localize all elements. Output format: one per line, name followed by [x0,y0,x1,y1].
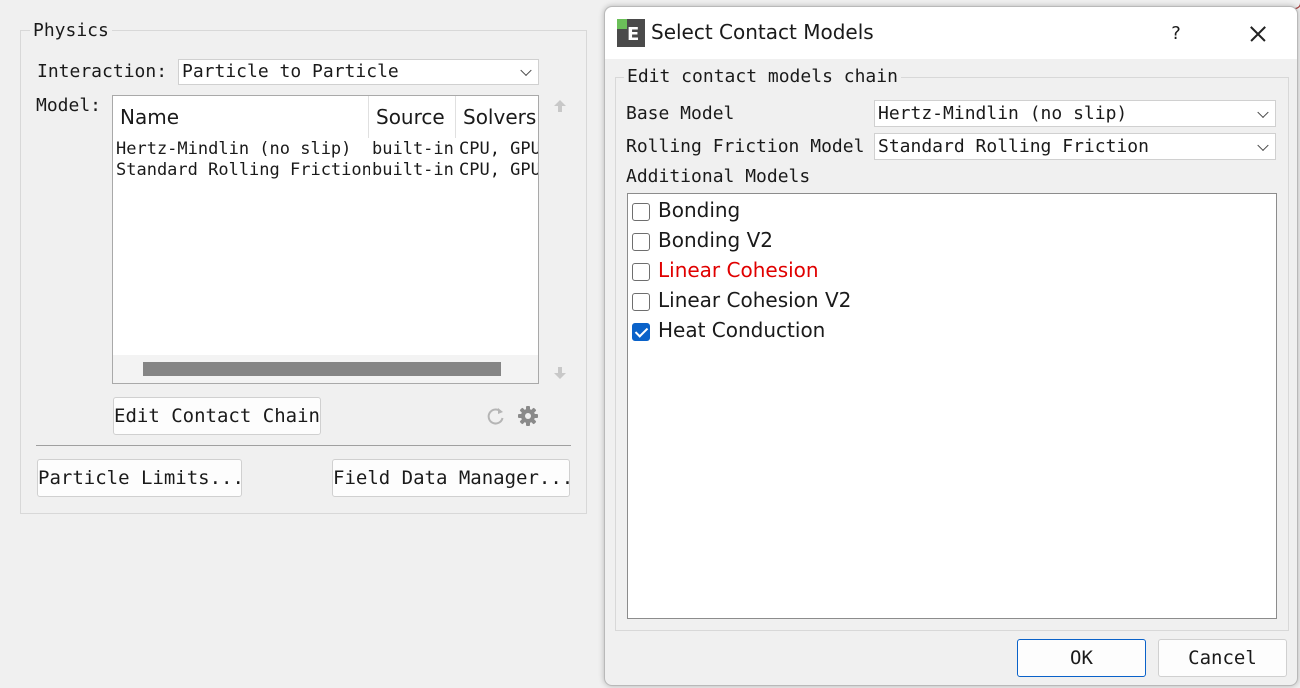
rolling-friction-select[interactable]: Standard Rolling Friction [874,133,1276,160]
close-icon[interactable] [1243,19,1273,49]
chevron-down-icon [1257,106,1269,118]
base-model-label: Base Model [626,103,735,124]
additional-models-label: Additional Models [626,166,811,187]
scroll-up-icon[interactable] [552,98,568,114]
cell-source: built-in [372,139,454,159]
physics-group-title: Physics [30,20,112,41]
list-item-label: Linear Cohesion V2 [658,288,852,312]
interaction-label: Interaction: [37,61,168,82]
scrollbar-thumb[interactable] [143,362,501,376]
checkbox[interactable] [632,203,650,221]
list-item-label: Heat Conduction [658,318,826,342]
field-data-manager-button[interactable]: Field Data Manager... [332,459,573,497]
checkbox[interactable] [632,233,650,251]
checkbox[interactable] [632,263,650,281]
interaction-select-value: Particle to Particle [182,61,399,82]
base-model-select[interactable]: Hertz-Mindlin (no slip) [874,100,1276,127]
column-header-name[interactable]: Name [113,96,368,138]
cell-solvers: CPU, GPU [459,139,539,159]
model-label: Model: [36,95,102,116]
column-header-source[interactable]: Source [369,96,455,138]
checkbox[interactable] [632,293,650,311]
cell-source: built-in [372,160,454,180]
cell-solvers: CPU, GPU [459,160,539,180]
ok-button[interactable]: OK [1017,639,1146,677]
dialog-title: Select Contact Models [651,20,874,44]
particle-limits-button[interactable]: Particle Limits... [37,459,244,497]
interaction-select[interactable]: Particle to Particle [178,59,539,85]
separator [36,445,571,446]
model-table[interactable]: Name Source Solvers Hertz-Mindlin (no sl… [112,95,539,384]
scroll-down-icon[interactable] [552,365,568,381]
gear-icon[interactable] [517,405,539,427]
dialog-titlebar[interactable]: E Select Contact Models ? [605,7,1297,59]
column-header-solvers[interactable]: Solvers [456,96,538,138]
cancel-button[interactable]: Cancel [1158,639,1287,677]
list-item-label: Bonding V2 [658,228,774,252]
physics-panel: Physics Interaction: Particle to Particl… [0,0,603,688]
edit-contact-chain-button[interactable]: Edit Contact Chain [113,397,321,435]
cell-name: Hertz-Mindlin (no slip) [116,139,352,159]
contact-chain-group-title: Edit contact models chain [624,66,901,87]
rolling-friction-label: Rolling Friction Model [626,136,865,157]
list-item-label: Linear Cohesion [658,258,819,282]
list-item-label: Bonding [658,198,741,222]
chevron-down-icon [520,64,532,77]
additional-models-list[interactable]: Bonding Bonding V2 Linear Cohesion Linea… [627,193,1277,619]
checkbox[interactable] [632,323,650,341]
select-contact-models-dialog: E Select Contact Models ? Edit contact m… [604,6,1298,686]
help-button[interactable]: ? [1161,19,1191,49]
chevron-down-icon [1257,139,1269,151]
base-model-select-value: Hertz-Mindlin (no slip) [878,103,1128,124]
horizontal-scrollbar[interactable] [113,355,538,383]
app-icon: E [617,19,645,47]
cell-name: Standard Rolling Friction [116,160,370,180]
refresh-icon[interactable] [486,406,506,426]
rolling-friction-select-value: Standard Rolling Friction [878,136,1149,157]
